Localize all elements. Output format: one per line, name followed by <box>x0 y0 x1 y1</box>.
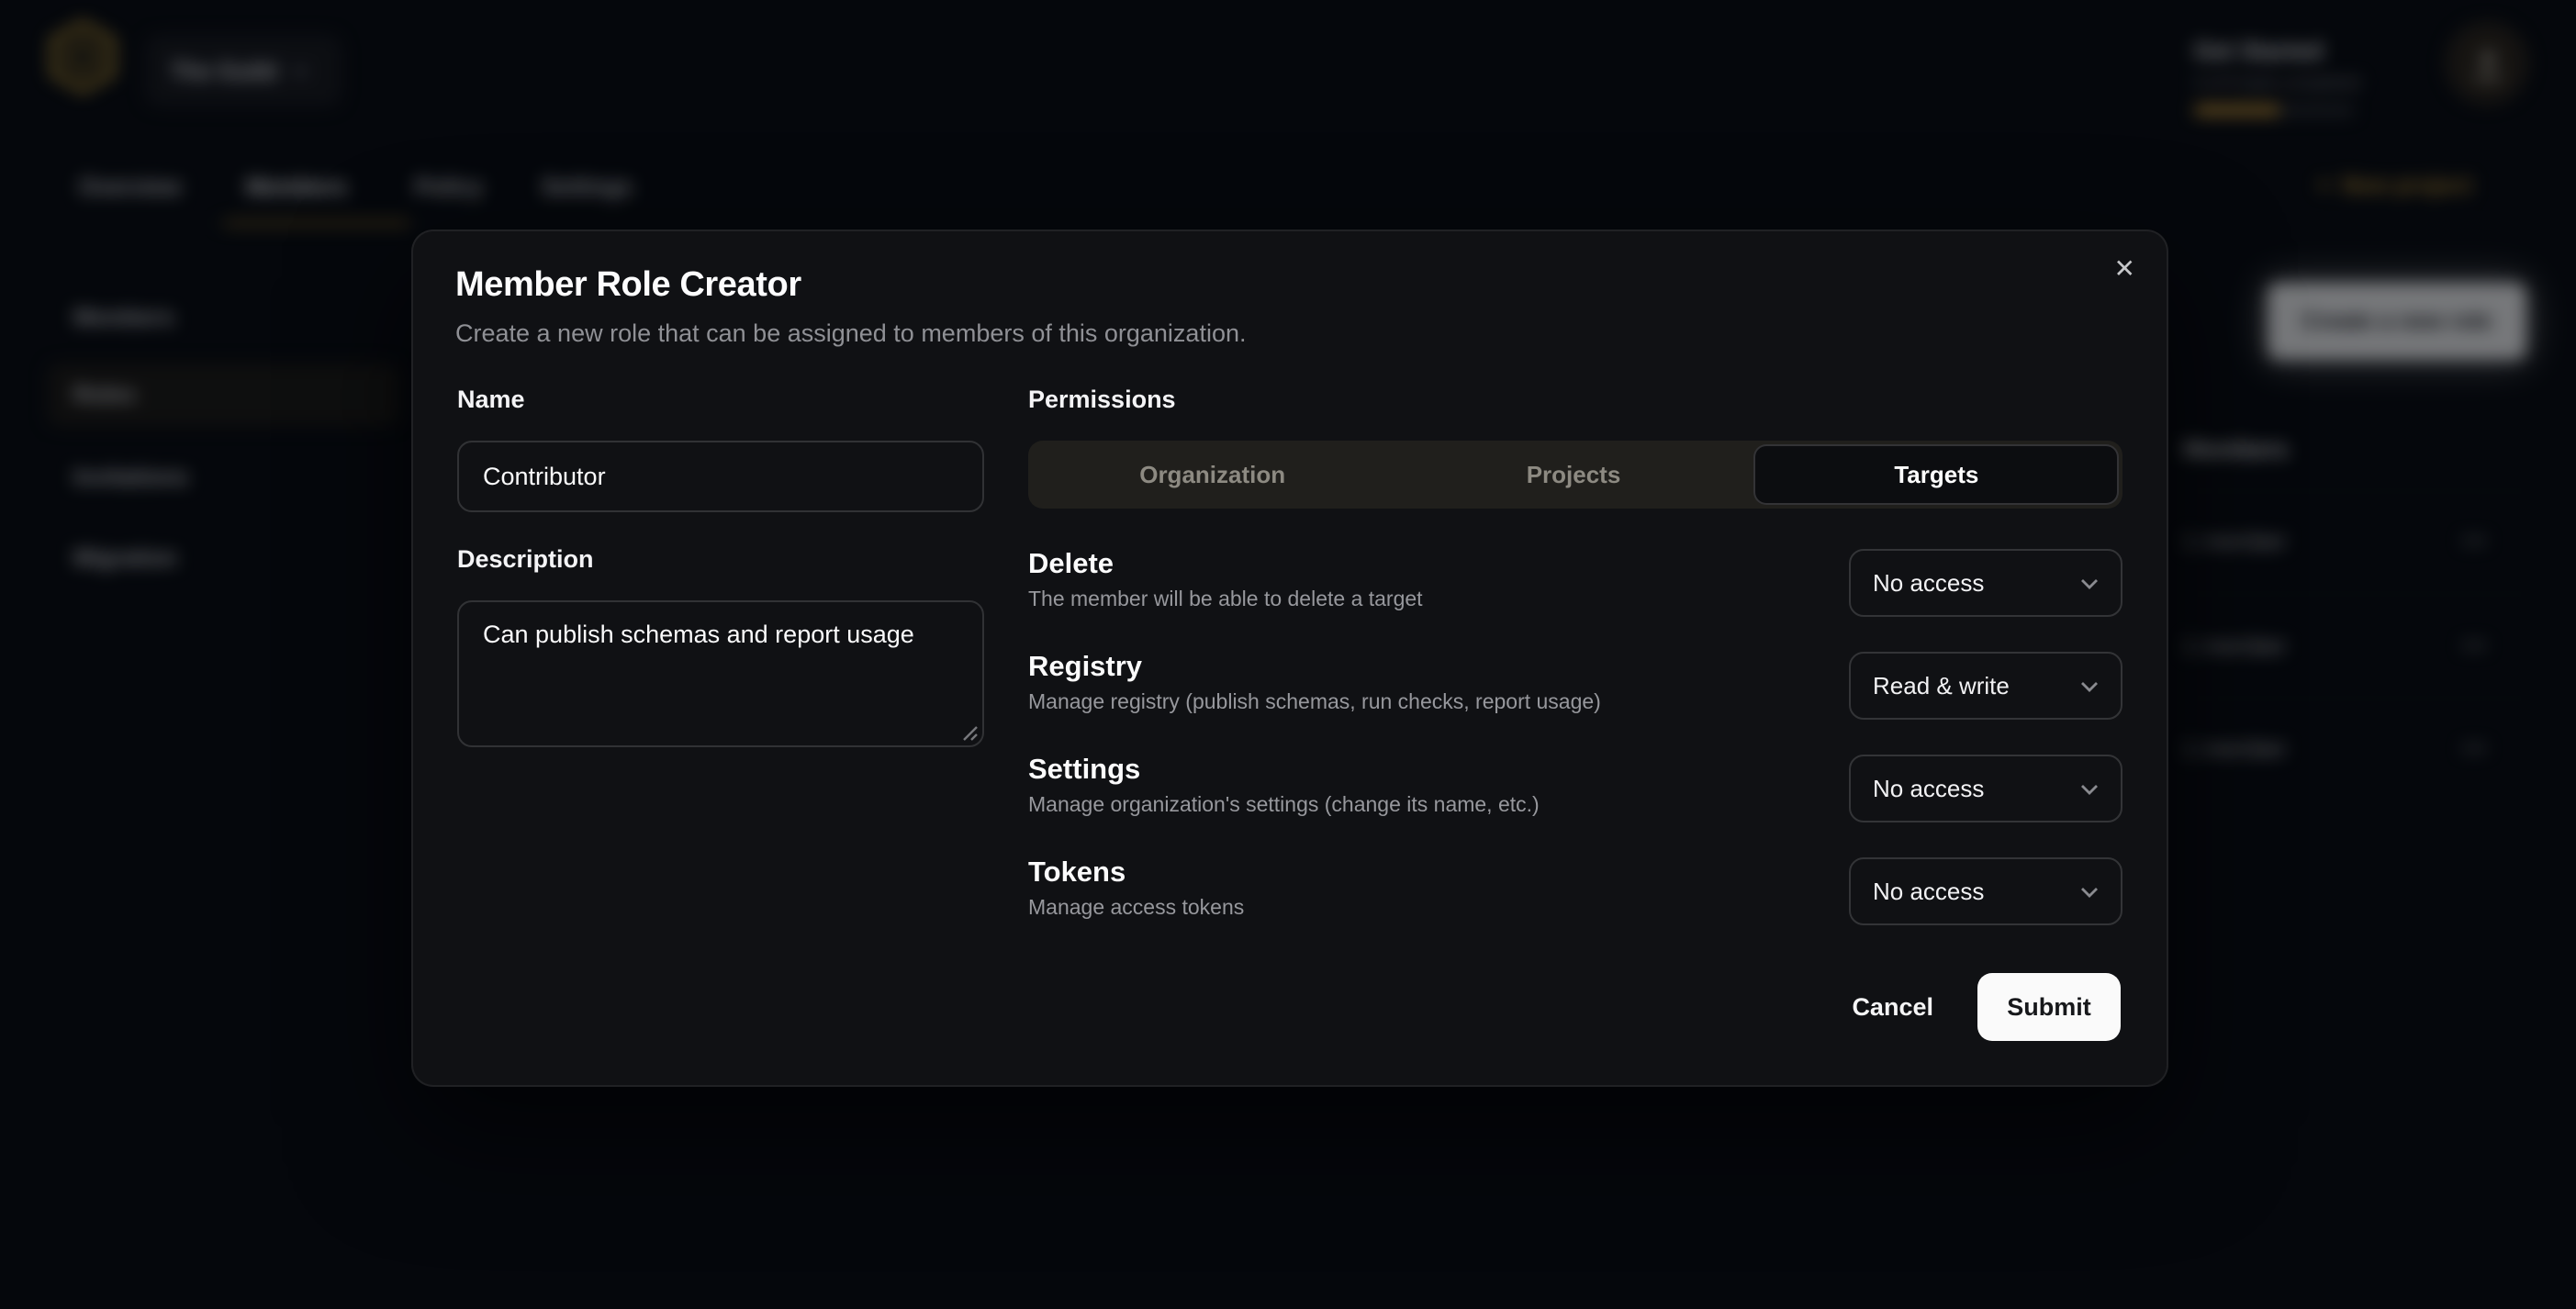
close-icon[interactable]: ✕ <box>2114 255 2135 281</box>
permission-title: Tokens <box>1028 857 1244 890</box>
registry-access-select[interactable]: Read & write <box>1849 652 2122 720</box>
permission-description: Manage registry (publish schemas, run ch… <box>1028 692 1601 714</box>
permission-title: Settings <box>1028 755 1540 788</box>
settings-access-select[interactable]: No access <box>1849 755 2122 822</box>
scope-tab-projects[interactable]: Projects <box>1393 444 1753 505</box>
name-label: Name <box>457 386 525 413</box>
scope-tab-organization[interactable]: Organization <box>1032 444 1393 505</box>
permissions-scope-tabs: Organization Projects Targets <box>1028 441 2122 509</box>
description-label: Description <box>457 545 594 573</box>
permission-title: Delete <box>1028 549 1423 582</box>
permission-row-delete: Delete The member will be able to delete… <box>1028 549 2122 617</box>
dialog-title: Member Role Creator <box>455 266 801 307</box>
name-input[interactable] <box>457 441 984 512</box>
permissions-label: Permissions <box>1028 386 1176 413</box>
permission-title: Registry <box>1028 652 1601 685</box>
chevron-down-icon <box>2080 577 2099 588</box>
permission-description: Manage access tokens <box>1028 898 1244 920</box>
cancel-button[interactable]: Cancel <box>1852 993 1933 1021</box>
resize-handle-icon[interactable] <box>960 723 979 742</box>
chevron-down-icon <box>2080 680 2099 691</box>
dialog-footer: Cancel Submit <box>1852 973 2121 1041</box>
permission-description: The member will be able to delete a targ… <box>1028 589 1423 611</box>
dialog-subtitle: Create a new role that can be assigned t… <box>455 319 1247 347</box>
permission-description: Manage organization's settings (change i… <box>1028 795 1540 817</box>
description-textarea[interactable]: Can publish schemas and report usage <box>457 600 984 747</box>
scope-tab-targets[interactable]: Targets <box>1754 444 2119 505</box>
chevron-down-icon <box>2080 886 2099 897</box>
chevron-down-icon <box>2080 783 2099 794</box>
delete-access-select[interactable]: No access <box>1849 549 2122 617</box>
member-role-creator-dialog: ✕ Member Role Creator Create a new role … <box>411 229 2168 1087</box>
permission-row-tokens: Tokens Manage access tokens No access <box>1028 857 2122 925</box>
submit-button[interactable]: Submit <box>1977 973 2121 1041</box>
permission-row-settings: Settings Manage organization's settings … <box>1028 755 2122 822</box>
description-field-wrap: Can publish schemas and report usage <box>457 600 984 747</box>
permission-row-registry: Registry Manage registry (publish schema… <box>1028 652 2122 720</box>
permission-rows: Delete The member will be able to delete… <box>1028 549 2122 925</box>
tokens-access-select[interactable]: No access <box>1849 857 2122 925</box>
app-screen: The Guild Get Started 4 of 8 tasks compl… <box>0 0 2576 1309</box>
